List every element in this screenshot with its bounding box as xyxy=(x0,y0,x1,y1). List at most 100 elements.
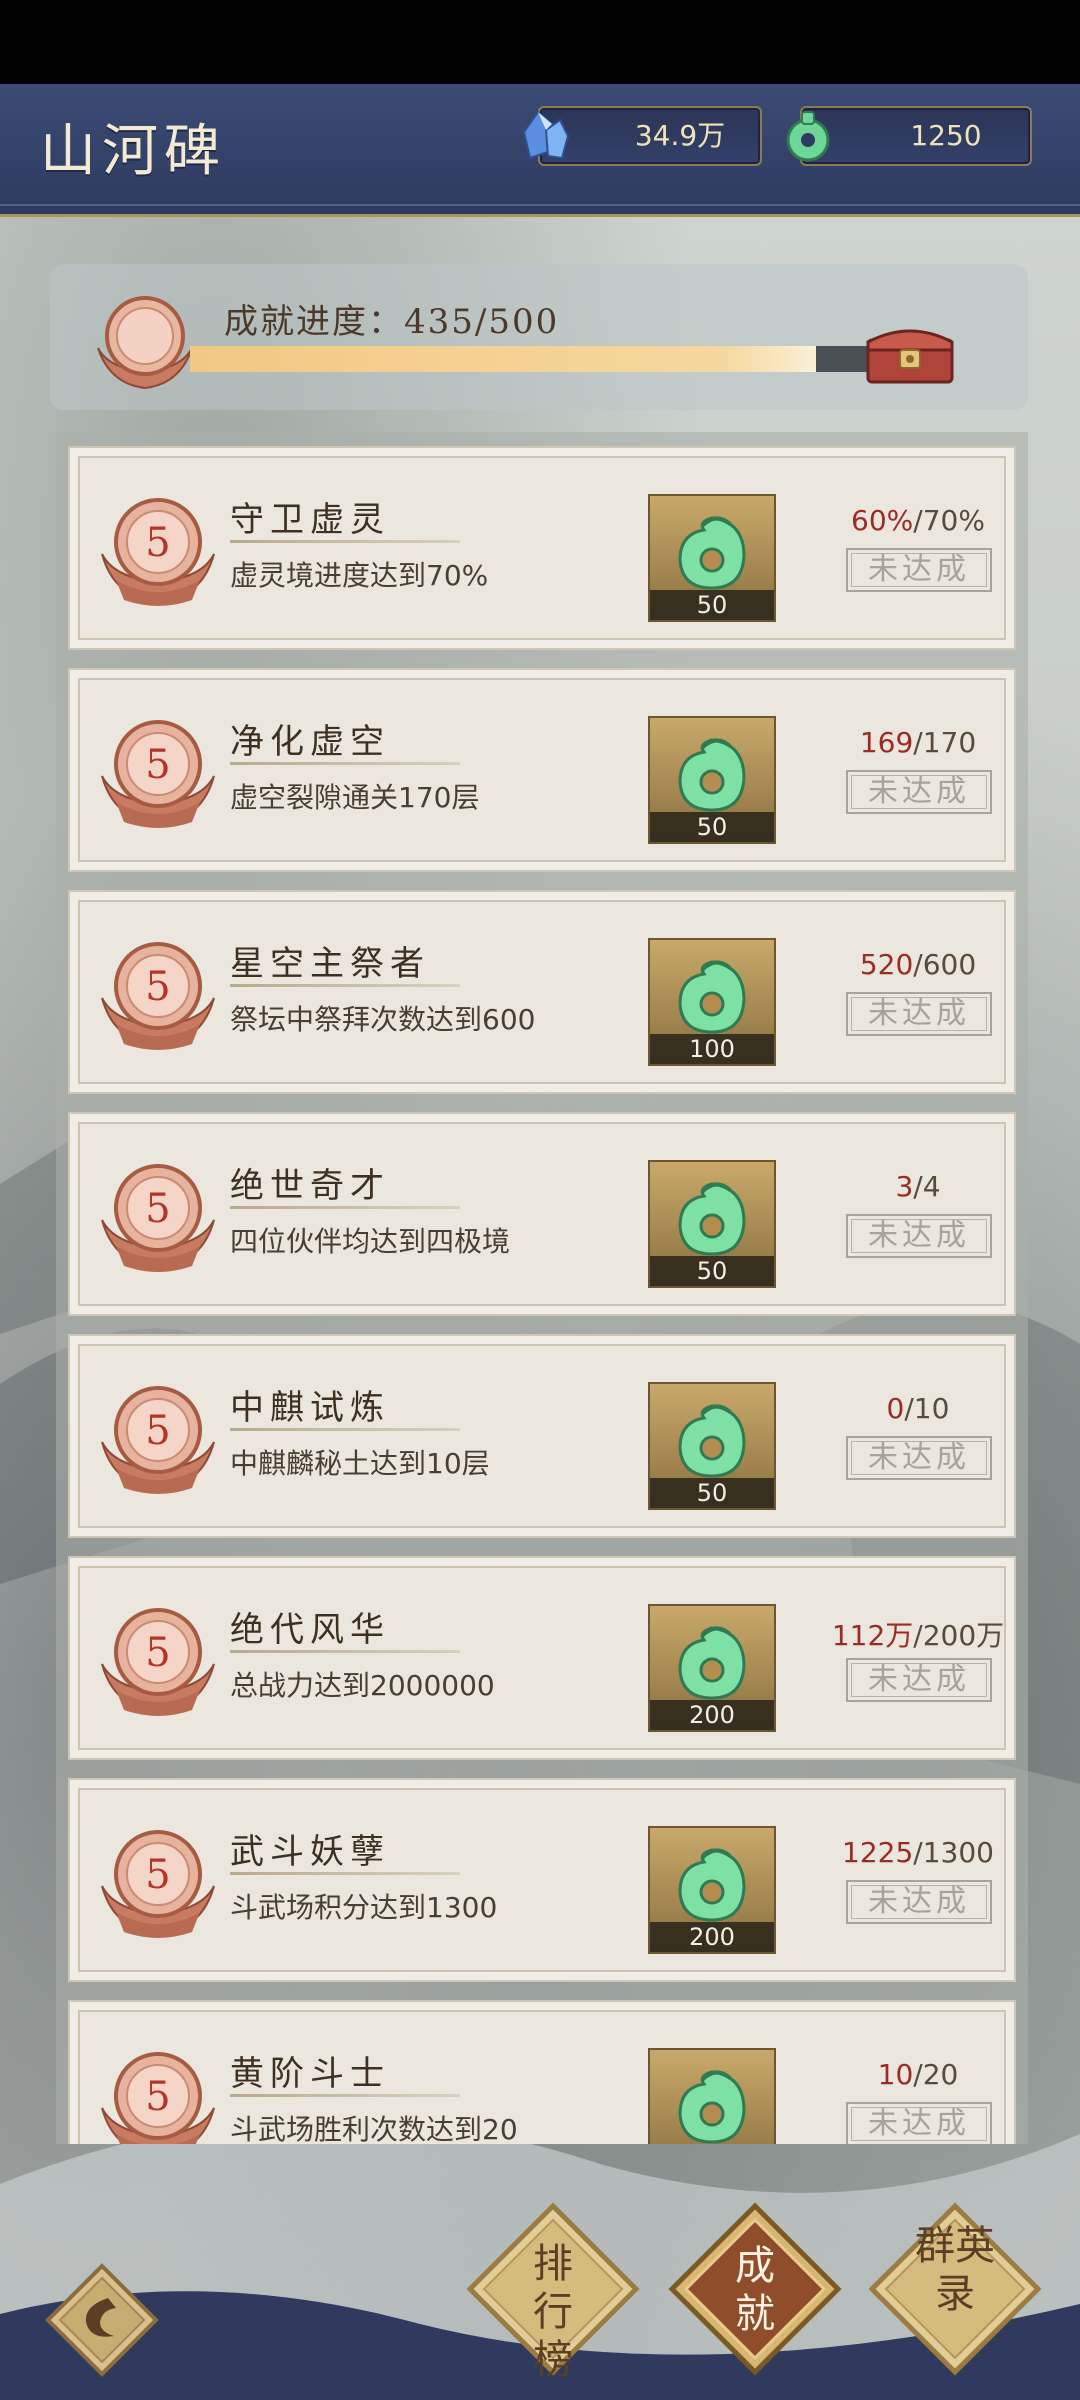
status-not-achieved-badge: 未达成 xyxy=(846,1214,992,1258)
nav-heroes-button[interactable]: 群英录 xyxy=(868,2202,1042,2376)
jade-token-icon xyxy=(678,738,746,812)
crystal-currency[interactable]: 34.9万 xyxy=(522,106,762,166)
page-title: 山河碑 xyxy=(40,119,226,184)
achievement-card[interactable]: 5 星空主祭者 祭坛中祭拜次数达到600 100 520/600 未达成 xyxy=(68,890,1016,1094)
level-medal-icon: 5 xyxy=(101,1386,215,1494)
level-number: 5 xyxy=(145,1852,170,1898)
reward-quantity: 100 xyxy=(650,1034,774,1064)
level-medal-icon: 5 xyxy=(101,1608,215,1716)
achievement-progress: 112万/200万 xyxy=(818,1614,1018,1654)
title-underline xyxy=(230,1428,460,1431)
progress-current: 520 xyxy=(859,948,914,981)
achievement-name: 黄阶斗士 xyxy=(230,2054,390,2094)
progress-current: 112万 xyxy=(831,1619,914,1652)
jade-token-icon xyxy=(678,516,746,590)
achievement-description: 斗武场胜利次数达到20 xyxy=(230,2113,518,2144)
status-not-achieved-badge: 未达成 xyxy=(846,548,992,592)
achievement-card[interactable]: 5 绝代风华 总战力达到2000000 200 112万/200万 未达成 xyxy=(68,1556,1016,1760)
achievement-card[interactable]: 5 净化虚空 虚空裂隙通关170层 50 169/170 未达成 xyxy=(68,668,1016,872)
level-medal-icon: 5 xyxy=(101,720,215,828)
reward-quantity: 50 xyxy=(650,590,774,620)
nav-achievement-label: 成就 xyxy=(735,2243,775,2337)
achievement-card[interactable]: 5 黄阶斗士斗武场胜利次数达到20 10/20 未达成 xyxy=(68,2000,1016,2144)
reward-slot[interactable]: 50 xyxy=(648,716,776,844)
progress-target: /1300 xyxy=(913,1836,994,1869)
level-number: 5 xyxy=(145,2074,170,2120)
treasure-chest-icon[interactable] xyxy=(862,316,958,386)
title-underline xyxy=(230,984,460,987)
reward-slot[interactable]: 50 xyxy=(648,1160,776,1288)
reward-slot[interactable]: 200 xyxy=(648,1604,776,1732)
title-underline xyxy=(230,540,460,543)
nav-leaderboard-button[interactable]: 排行榜 xyxy=(466,2202,640,2383)
jade-count: 1250 xyxy=(910,119,982,152)
achievement-description: 总战力达到2000000 xyxy=(230,1669,495,1702)
title-underline xyxy=(230,762,460,765)
achievement-list[interactable]: 5 守卫虚灵 虚灵境进度达到70% 50 60%/70% 未达成 5 净化虚空 虚空裂隙通关17… xyxy=(56,432,1028,2144)
achievement-progress: 60%/70% xyxy=(818,504,1018,537)
achievement-progress: 0/10 xyxy=(818,1392,1018,1425)
progress-bar xyxy=(190,346,910,372)
level-medal-icon: 5 xyxy=(101,942,215,1050)
achievement-name: 绝世奇才 xyxy=(230,1166,390,1206)
jade-token-icon xyxy=(678,1404,746,1478)
achievement-name: 星空主祭者 xyxy=(230,944,430,984)
achievement-card[interactable]: 5 绝世奇才四位伙伴均达到四极境 50 3/4 未达成 xyxy=(68,1112,1016,1316)
achievement-name: 净化虚空 xyxy=(230,722,390,762)
level-number: 5 xyxy=(145,1186,170,1232)
status-bar xyxy=(0,0,1080,84)
status-not-achieved-badge: 未达成 xyxy=(846,2102,992,2144)
achievement-card[interactable]: 5 武斗妖孽斗武场积分达到1300 200 1225/1300 未达成 xyxy=(68,1778,1016,1982)
crystal-icon xyxy=(522,110,570,160)
progress-target: /10 xyxy=(904,1392,950,1425)
reward-slot[interactable]: 100 xyxy=(648,938,776,1066)
status-not-achieved-badge: 未达成 xyxy=(846,1658,992,1702)
progress-target: /600 xyxy=(913,948,977,981)
title-underline xyxy=(230,1650,460,1653)
achievement-card[interactable]: 5 守卫虚灵 虚灵境进度达到70% 50 60%/70% 未达成 xyxy=(68,446,1016,650)
reward-quantity: 50 xyxy=(650,1478,774,1508)
title-underline xyxy=(230,2094,460,2097)
achievement-card[interactable]: 5 中麒试炼中麒麟秘土达到10层 50 0/10 未达成 xyxy=(68,1334,1016,1538)
progress-target: /20 xyxy=(913,2058,959,2091)
progress-target: /70% xyxy=(913,504,985,537)
achievement-name: 中麒试炼 xyxy=(230,1388,390,1428)
progress-target: /4 xyxy=(913,1170,941,1203)
crystal-count: 34.9万 xyxy=(634,119,726,152)
level-number: 5 xyxy=(145,964,170,1010)
reward-slot[interactable]: 50 xyxy=(648,494,776,622)
level-number: 5 xyxy=(145,520,170,566)
progress-current: 3 xyxy=(895,1170,914,1203)
achievement-description: 虚空裂隙通关170层 xyxy=(230,781,480,814)
progress-label-text: 成就进度： xyxy=(224,302,404,342)
achievement-medal-icon xyxy=(97,296,193,390)
jade-currency[interactable]: 1250 xyxy=(786,106,1032,166)
progress-current: 0 xyxy=(886,1392,905,1425)
status-not-achieved-badge: 未达成 xyxy=(846,770,992,814)
achievement-description: 斗武场积分达到1300 xyxy=(230,1891,498,1924)
achievement-description: 四位伙伴均达到四极境 xyxy=(230,1225,511,1258)
status-not-achieved-badge: 未达成 xyxy=(846,1880,992,1924)
jade-token-icon xyxy=(786,111,830,162)
progress-value: 435/500 xyxy=(404,302,560,342)
achievement-description: 虚灵境进度达到70% xyxy=(230,559,489,592)
reward-slot[interactable] xyxy=(648,2048,776,2144)
jade-token-icon xyxy=(678,960,746,1034)
title-underline xyxy=(230,1872,460,1875)
reward-quantity: 200 xyxy=(650,1700,774,1730)
achievement-progress: 1225/1300 xyxy=(818,1836,1018,1869)
progress-target: /200万 xyxy=(913,1619,1005,1652)
reward-quantity: 200 xyxy=(650,1922,774,1952)
jade-token-icon xyxy=(678,1848,746,1922)
jade-token-icon xyxy=(678,2070,746,2144)
progress-current: 10 xyxy=(877,2058,914,2091)
achievement-name: 武斗妖孽 xyxy=(230,1832,390,1872)
reward-slot[interactable]: 50 xyxy=(648,1382,776,1510)
achievement-progress: 3/4 xyxy=(818,1170,1018,1203)
progress-current: 169 xyxy=(859,726,914,759)
reward-slot[interactable]: 200 xyxy=(648,1826,776,1954)
achievement-description: 中麒麟秘土达到10层 xyxy=(230,1447,490,1480)
nav-achievement-button[interactable]: 成就 xyxy=(668,2202,842,2376)
status-not-achieved-badge: 未达成 xyxy=(846,1436,992,1480)
back-arrow-icon[interactable] xyxy=(44,2262,160,2378)
